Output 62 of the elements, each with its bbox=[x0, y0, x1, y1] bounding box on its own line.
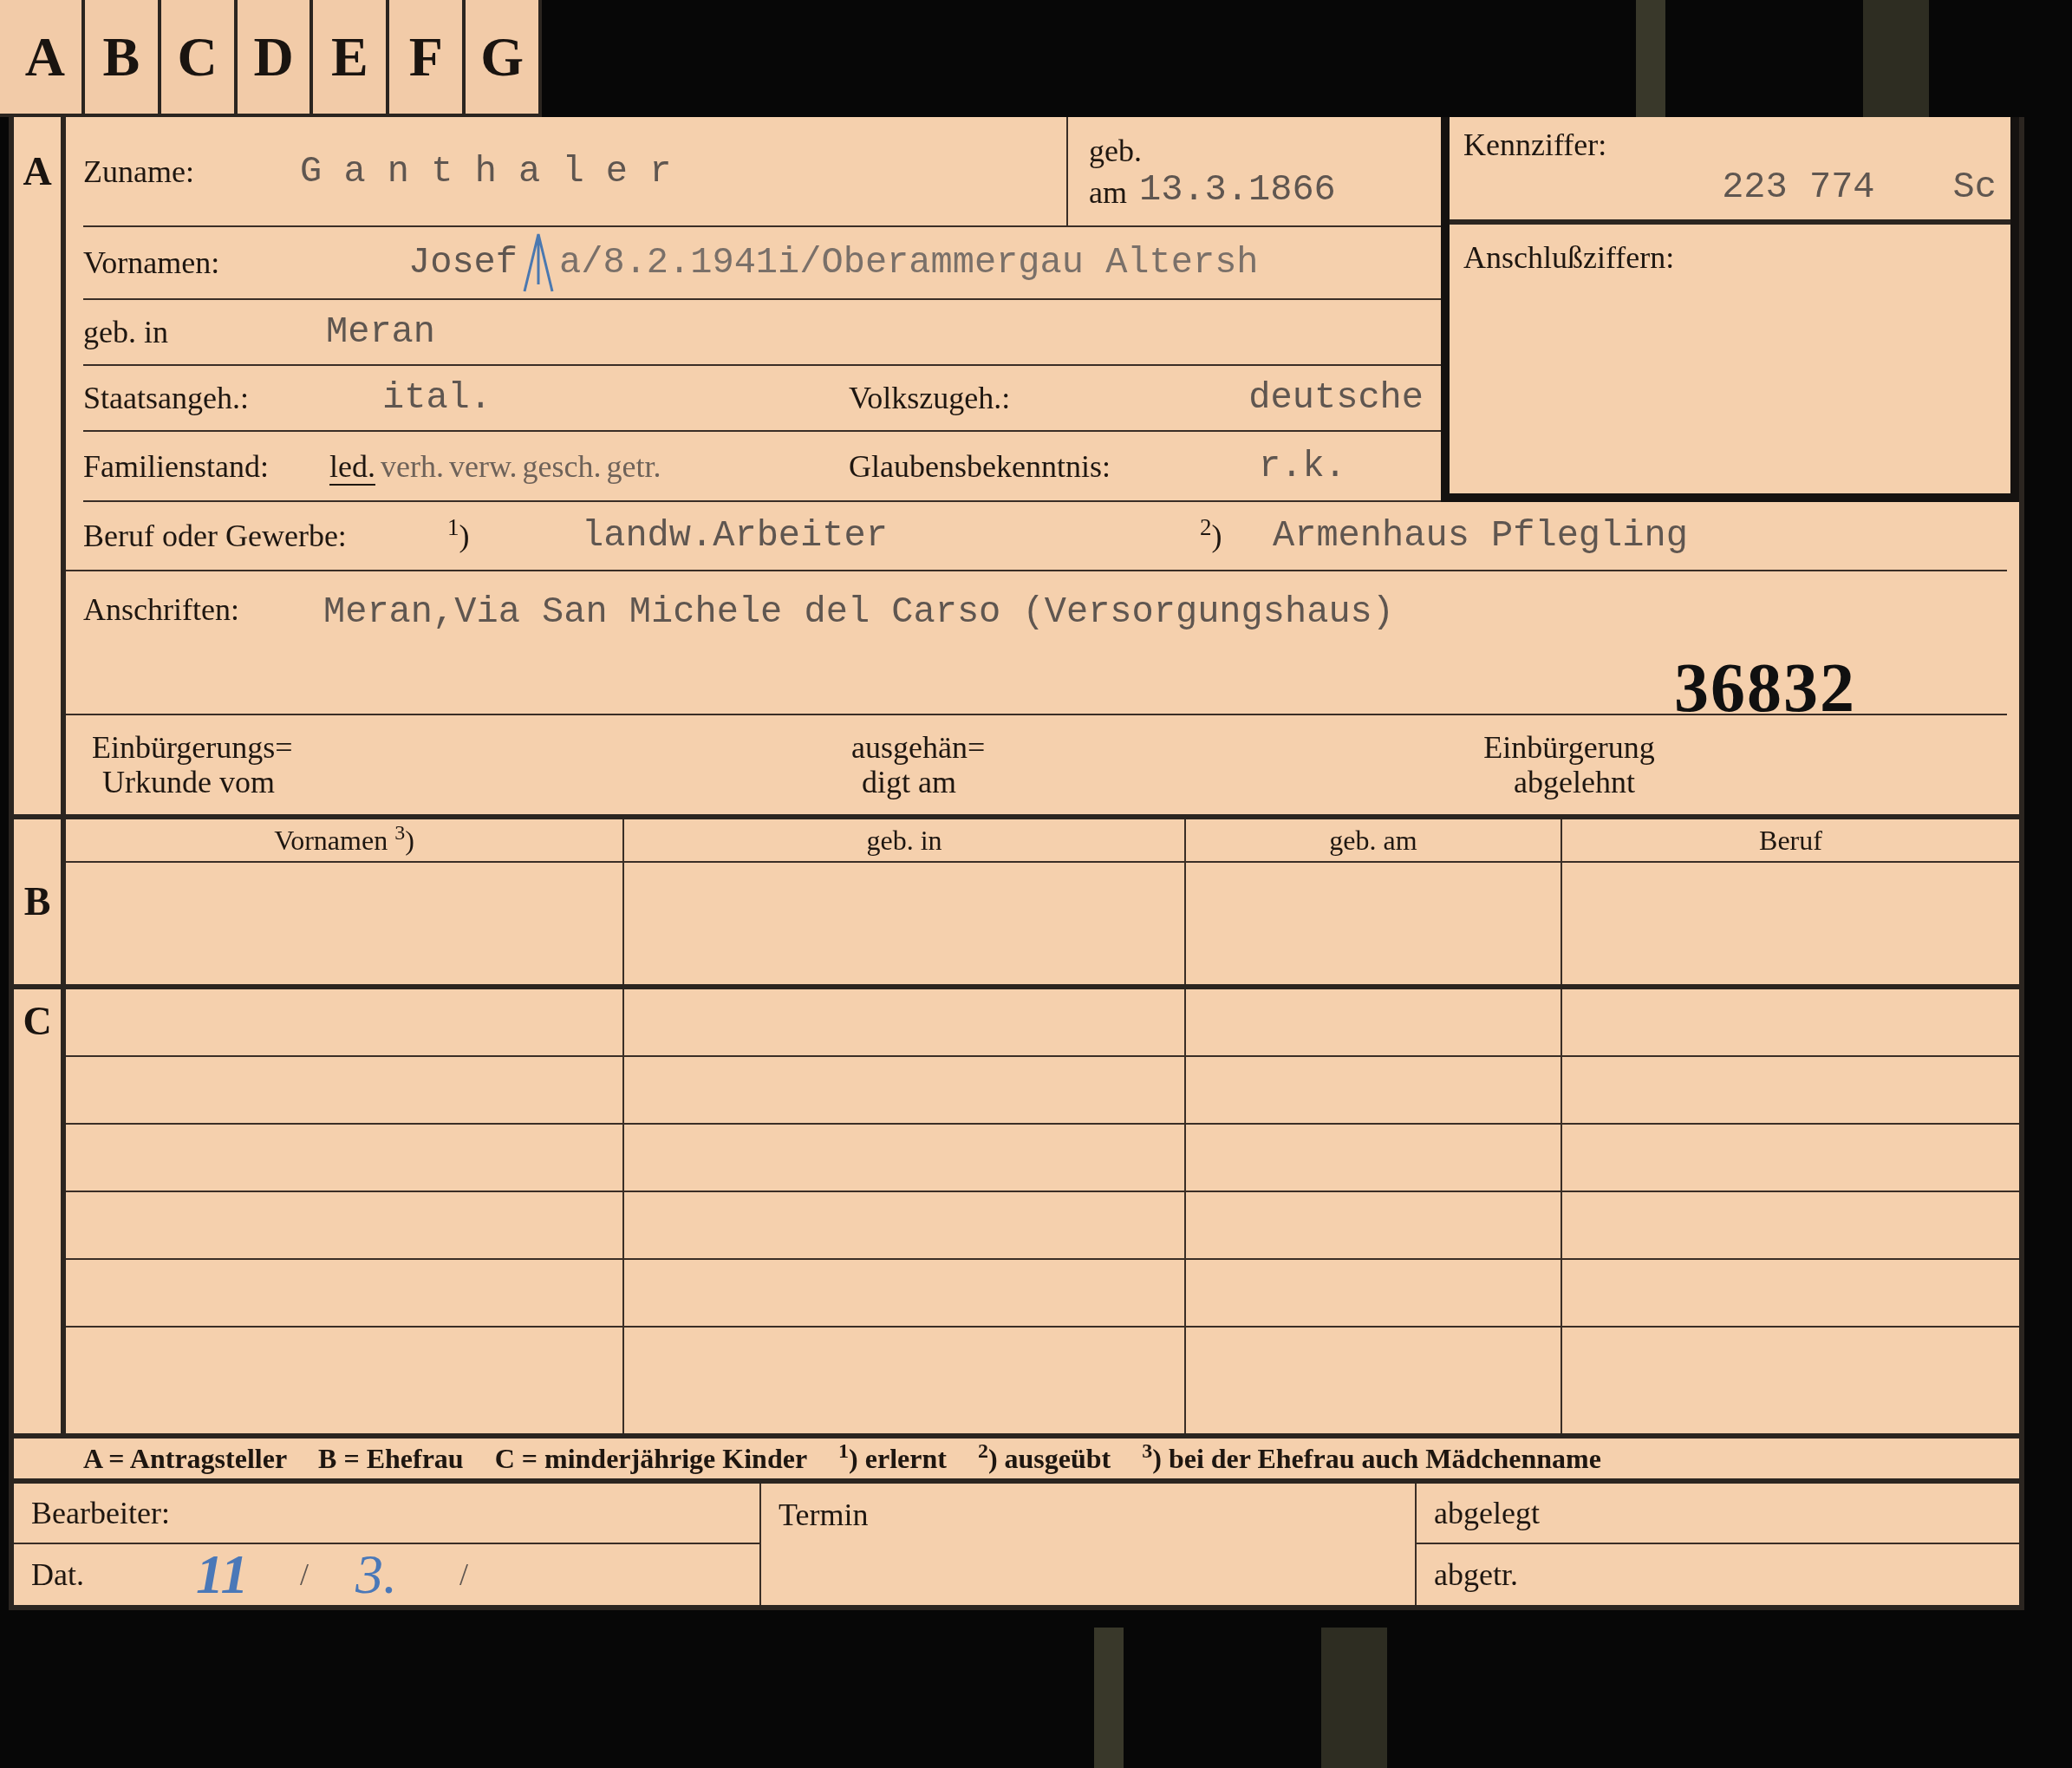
typed-value: Josef bbox=[408, 245, 518, 281]
field-label: abgelehnt bbox=[1514, 767, 1635, 798]
field-label: Familienstand: bbox=[83, 450, 270, 482]
field-label: geb. bbox=[1089, 134, 1143, 166]
typed-value: ital. bbox=[382, 380, 493, 416]
typed-value: a/8.2.1941i/Oberammergau Altersh bbox=[559, 245, 1259, 281]
field-label: Einbürgerung bbox=[1483, 732, 1655, 763]
section-letter: C bbox=[23, 1001, 52, 1045]
field-label: digt am bbox=[862, 767, 956, 798]
field-label: ausgehän= bbox=[851, 732, 986, 763]
column-header: geb. in bbox=[866, 826, 942, 854]
section-letter: B bbox=[23, 882, 51, 922]
legend-text: $^{1}$) erlernt bbox=[838, 1445, 947, 1472]
field-label: Staatsangeh.: bbox=[83, 382, 250, 414]
typed-value: Meran bbox=[326, 314, 436, 350]
section-letter: A bbox=[23, 152, 52, 195]
typed-value: Sc bbox=[1952, 169, 1997, 206]
field-label: $^{2}$) bbox=[1200, 520, 1223, 551]
field-label: geb. in bbox=[83, 316, 169, 348]
typed-value: r.k. bbox=[1259, 447, 1346, 485]
field-label: Volkszugeh.: bbox=[849, 382, 1012, 414]
field-label: Dat. bbox=[31, 1559, 85, 1590]
field-label: abgelegt bbox=[1434, 1497, 1540, 1529]
column-header: Vornamen $^{3}$) bbox=[274, 826, 414, 854]
handwritten-month: 3. bbox=[355, 1547, 398, 1602]
typed-value: deutsche bbox=[1248, 380, 1424, 416]
typed-value: landw.Arbeiter bbox=[582, 518, 889, 554]
field-label: abgetr. bbox=[1434, 1559, 1518, 1590]
separator-slash: / bbox=[300, 1559, 309, 1590]
field-label: Anschlußziffern: bbox=[1463, 240, 1675, 275]
typed-value: Armenhaus Pflegling bbox=[1273, 518, 1688, 554]
typed-value: Meran,Via San Michele del Carso (Versorgungshaus) bbox=[323, 594, 1394, 630]
field-label: Glaubensbekenntnis: bbox=[849, 450, 1111, 482]
column-header: Beruf bbox=[1759, 826, 1822, 854]
marital-option: getr. bbox=[606, 450, 661, 482]
field-label: $^{1}$) bbox=[447, 520, 471, 551]
legend-text: B = Ehefrau bbox=[318, 1445, 464, 1472]
separator-slash: / bbox=[459, 1559, 468, 1590]
legend-text: $^{3}$) bei der Ehefrau auch Mädchenname bbox=[1142, 1445, 1601, 1472]
field-label: Termin bbox=[779, 1497, 869, 1532]
legend-text: A = Antragsteller bbox=[83, 1445, 288, 1472]
legend-text: C = minderjährige Kinder bbox=[494, 1445, 808, 1472]
column-header: geb. am bbox=[1329, 826, 1417, 854]
field-label: Anschriften: bbox=[83, 594, 240, 625]
marital-option: verw. bbox=[448, 450, 518, 482]
typed-value: 13.3.1866 bbox=[1139, 171, 1336, 208]
typed-value: 223 774 bbox=[1722, 169, 1875, 206]
field-label: Vornamen: bbox=[83, 247, 221, 278]
field-label: Kennziffer: bbox=[1463, 129, 1608, 160]
field-label: am bbox=[1089, 176, 1127, 208]
field-label: Bearbeiter: bbox=[31, 1497, 170, 1529]
field-label: Einbürgerungs= bbox=[92, 732, 293, 763]
stamped-number: 36832 bbox=[1674, 653, 1856, 722]
handwritten-day: 11 bbox=[196, 1547, 300, 1602]
marital-option: gesch. bbox=[522, 450, 602, 482]
legend-text: $^{2}$) ausgeübt bbox=[977, 1445, 1111, 1472]
marital-option: led. bbox=[329, 450, 375, 482]
field-label: Urkunde vom bbox=[102, 767, 275, 798]
field-label: Zuname: bbox=[83, 155, 195, 187]
typed-value: G a n t h a l e r bbox=[300, 153, 672, 190]
field-label: Beruf oder Gewerbe: bbox=[83, 520, 348, 551]
marital-option: verh. bbox=[381, 450, 444, 482]
